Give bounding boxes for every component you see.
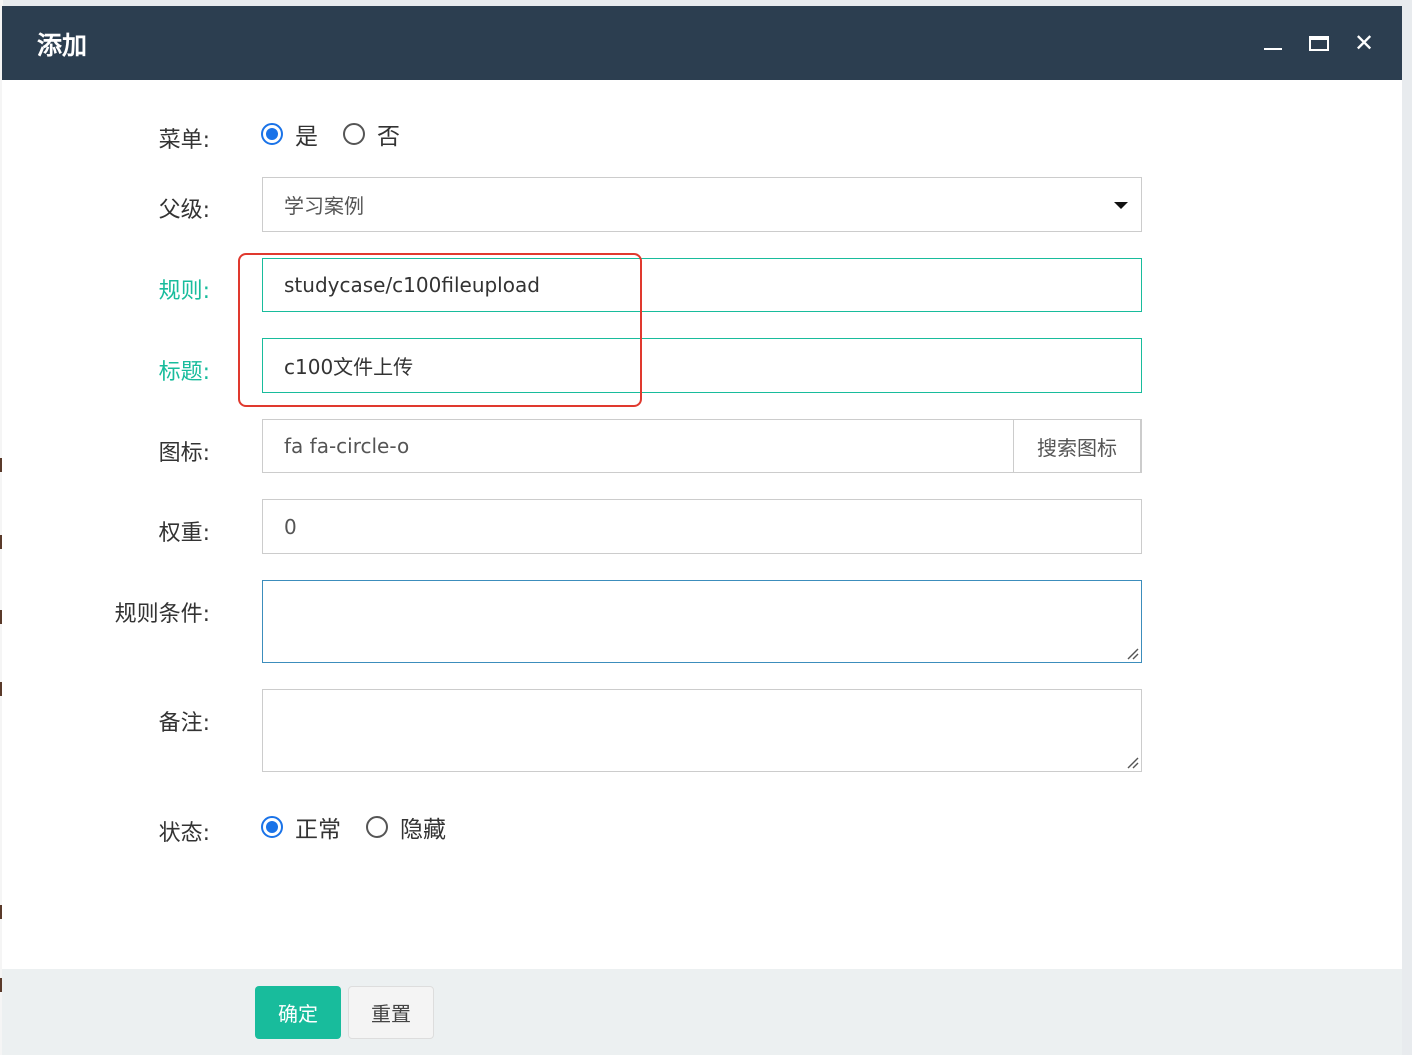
parent-select-value: 学习案例 <box>284 194 364 218</box>
weight-input[interactable]: 0 <box>262 499 1142 554</box>
radio-unchecked-icon <box>366 816 388 838</box>
status-radio-hidden[interactable]: 隐藏 <box>366 811 446 843</box>
icon-input[interactable]: fa fa-circle-o 搜索图标 <box>262 419 1142 473</box>
close-icon: ✕ <box>1353 29 1375 57</box>
icon-label: 图标: <box>158 441 210 466</box>
maximize-button[interactable] <box>1302 26 1336 60</box>
add-dialog: 添加 ✕ 菜单: 是 否 父级: 学习案例 规则: studycase/c100… <box>2 6 1402 1055</box>
parent-label: 父级: <box>158 198 210 223</box>
title-label: 标题: <box>158 360 210 385</box>
status-radio-normal[interactable]: 正常 <box>261 811 341 843</box>
resize-grip-icon[interactable] <box>1125 646 1139 660</box>
dialog-title: 添加 <box>37 31 88 60</box>
confirm-button[interactable]: 确定 <box>255 986 341 1039</box>
status-option-normal-label: 正常 <box>295 817 341 843</box>
dialog-titlebar: 添加 ✕ <box>2 6 1402 80</box>
remark-textarea[interactable] <box>262 689 1142 772</box>
condition-label: 规则条件: <box>114 602 210 627</box>
menu-option-yes-label: 是 <box>295 124 318 150</box>
reset-button[interactable]: 重置 <box>348 986 434 1039</box>
dialog-footer: 确定 重置 <box>2 969 1402 1055</box>
minimize-button[interactable] <box>1256 26 1290 60</box>
menu-radio-yes[interactable]: 是 <box>261 118 318 150</box>
caret-down-icon <box>1114 202 1128 209</box>
minimize-icon <box>1264 48 1282 50</box>
weight-label: 权重: <box>158 521 210 546</box>
condition-textarea[interactable] <box>262 580 1142 663</box>
rule-label: 规则: <box>158 279 210 304</box>
remark-label: 备注: <box>158 711 210 736</box>
parent-select[interactable]: 学习案例 <box>262 177 1142 232</box>
radio-unchecked-icon <box>343 123 365 145</box>
icon-input-value: fa fa-circle-o <box>284 434 410 458</box>
close-button[interactable]: ✕ <box>1347 26 1381 60</box>
search-icon-button[interactable]: 搜索图标 <box>1013 419 1141 473</box>
weight-input-value: 0 <box>284 514 297 539</box>
status-option-hidden-label: 隐藏 <box>400 817 446 843</box>
menu-option-no-label: 否 <box>377 124 400 150</box>
status-label: 状态: <box>158 821 210 846</box>
menu-radio-no[interactable]: 否 <box>343 118 400 150</box>
maximize-icon <box>1309 36 1329 51</box>
resize-grip-icon[interactable] <box>1125 755 1139 769</box>
annotation-highlight-box <box>238 253 642 407</box>
menu-label: 菜单: <box>158 128 210 153</box>
radio-checked-icon <box>261 123 283 145</box>
radio-checked-icon <box>261 816 283 838</box>
